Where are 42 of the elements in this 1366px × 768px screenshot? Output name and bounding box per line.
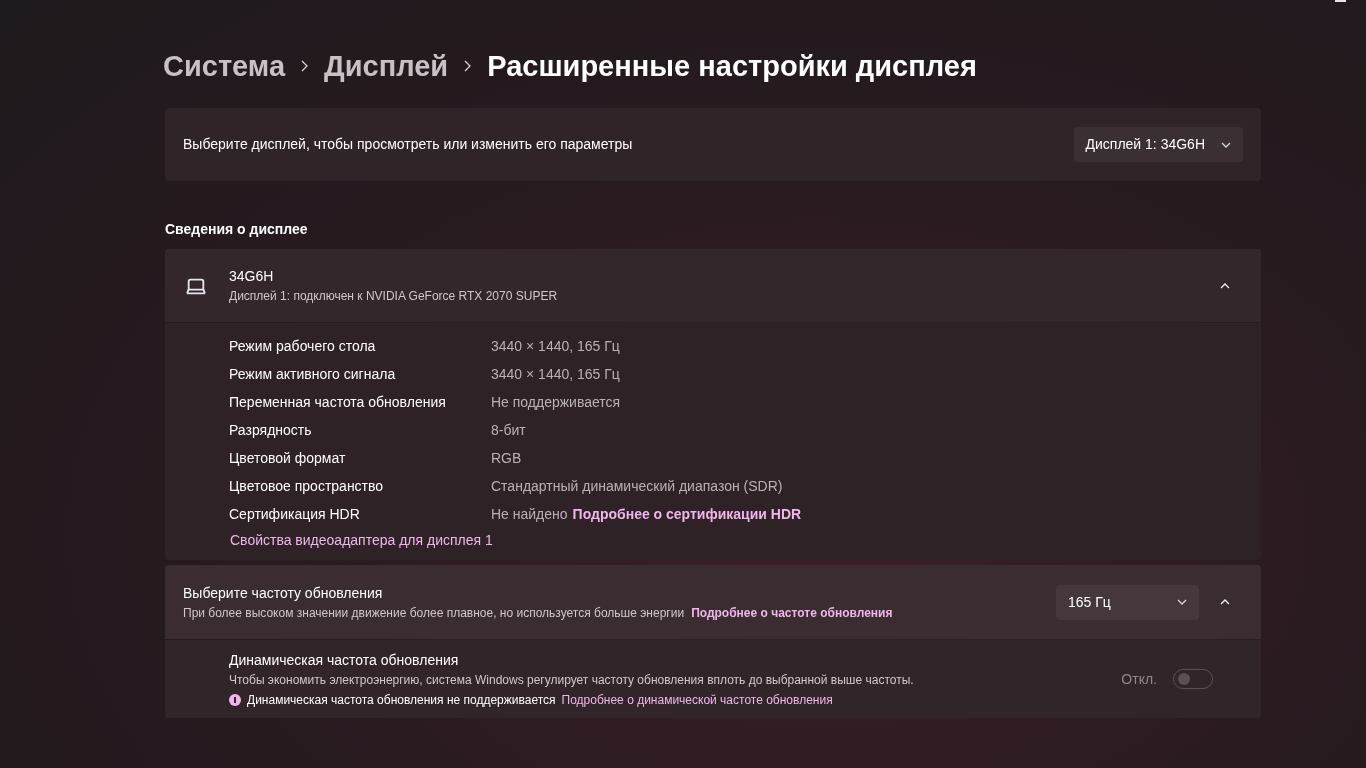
setting-label: Выберите дисплей, чтобы просмотреть или изменить его параметры (183, 135, 633, 154)
property-label: Разрядность (229, 420, 313, 440)
display-dropdown[interactable]: Дисплей 1: 34G6H (1073, 127, 1243, 162)
toggle-state-label: Откл. (1121, 669, 1157, 689)
adapter-link[interactable]: Свойства видеоадаптера для дисплея 1 (230, 530, 493, 551)
property-label: Сертификация HDR (229, 504, 361, 524)
chevron-icon (301, 60, 309, 72)
breadcrumb-item: Расширенные настройки дисплея (487, 49, 977, 84)
property-label: Режим рабочего стола (229, 336, 377, 356)
property-label: Переменная частота обновления (229, 392, 447, 412)
caret-icon (1221, 141, 1231, 148)
hdr-link[interactable]: Подробнее о сертификации HDR (572, 503, 802, 525)
info-icon (229, 693, 241, 706)
refresh-rate-link[interactable]: Подробнее о частоте обновления (691, 603, 893, 622)
chevron-icon (464, 60, 472, 72)
property-value: 3440 × 1440, 165 Гц (491, 336, 620, 356)
breadcrumb-item[interactable]: Дисплей (324, 46, 449, 86)
expander-header[interactable]: Выберите частоту обновления При более высоком значении движение более плавное, но используется больше энергии Подробнее о частоте обновления 165 Гц (165, 565, 1261, 639)
property-value: Не поддерживается (491, 392, 621, 412)
property-label: Цветовой формат (229, 448, 347, 468)
setting-description: При более высоком значении движение более плавное, но используется больше энергии (183, 604, 685, 622)
display-name: 34G6H (229, 267, 275, 286)
dynamic-refresh-link[interactable]: Подробнее о динамической частоте обновления (561, 690, 833, 709)
expander-header[interactable]: 34G6H Дисплей 1: подключен к NVIDIA GeForce RTX 2070 SUPER (165, 249, 1261, 322)
section-title: Сведения о дисплее (165, 220, 309, 239)
chevron-icon (1220, 599, 1230, 605)
property-value: 8-бит (491, 420, 526, 440)
refresh-rate-dropdown[interactable]: 165 Гц (1056, 584, 1199, 620)
chevron-icon (1220, 282, 1230, 289)
property-value: Стандартный динамический диапазон (SDR) (491, 476, 783, 496)
setting-title: Динамическая частота обновления (229, 650, 460, 670)
breadcrumb-item[interactable]: Система (163, 46, 286, 86)
property-label: Режим активного сигнала (229, 364, 397, 384)
property-value: 3440 × 1440, 165 Гц (491, 364, 620, 384)
property-value: RGB (491, 448, 522, 468)
setting-title: Выберите частоту обновления (183, 583, 384, 603)
setting-description: Чтобы экономить электроэнергию, система Windows регулирует частоту обновления вплоть до выбранной выше частоты. (229, 671, 914, 689)
property-value: Не найдено (491, 504, 568, 524)
caret-icon (1177, 599, 1187, 605)
display-subtitle: Дисплей 1: подключен к NVIDIA GeForce RTX 2070 SUPER (229, 288, 558, 305)
property-label: Цветовое пространство (229, 476, 385, 496)
warning-text: Динамическая частота обновления не поддерживается (247, 691, 556, 709)
